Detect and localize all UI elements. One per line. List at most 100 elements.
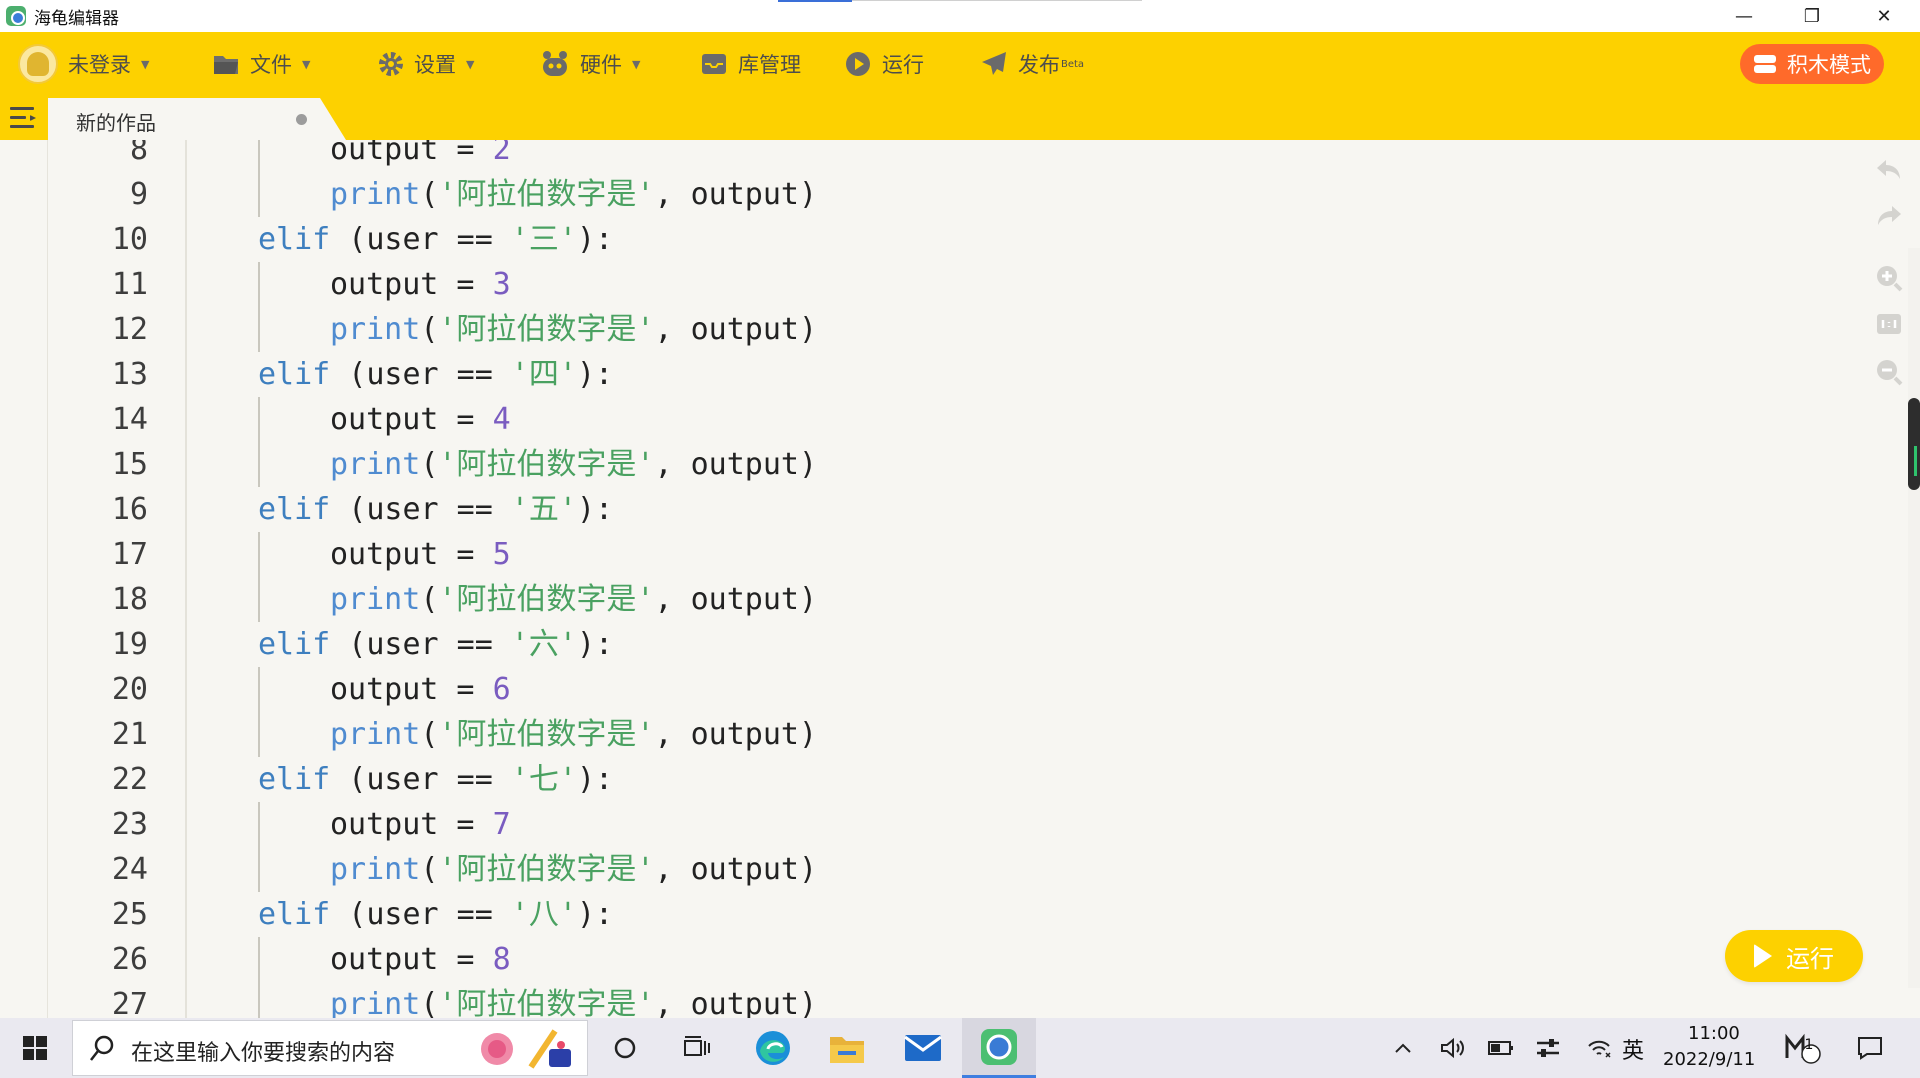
network-toggle-icon[interactable] [1530,1018,1566,1078]
blocks-mode-button[interactable]: 积木模式 [1740,44,1884,84]
tab-bar: 新的作品 [0,96,1920,140]
taskbar-search-input[interactable]: 在这里输入你要搜索的内容 [72,1020,588,1076]
line-number: 22 [111,762,148,797]
code-token-fn: print [330,447,421,482]
code-line[interactable]: 9 print('阿拉伯数字是', output) [0,172,1860,217]
code-token-plain: output = [330,140,493,167]
paper-plane-icon [980,50,1008,78]
ime-indicator[interactable]: 英 [1622,1033,1644,1065]
action-center-icon[interactable] [1848,1018,1892,1078]
code-token-str: '阿拉伯数字是' [438,852,655,887]
indent-guide [258,172,260,217]
cortana-icon[interactable] [594,1018,656,1078]
code-line[interactable]: 20 output = 6 [0,667,1860,712]
battery-icon[interactable] [1484,1018,1518,1078]
code-token-plain: output = [330,942,493,977]
turtle-editor-taskbar-icon[interactable] [962,1018,1036,1078]
wifi-icon[interactable] [1580,1018,1618,1078]
code-line[interactable]: 18 print('阿拉伯数字是', output) [0,577,1860,622]
login-menu[interactable]: 未登录 ▼ [18,44,149,84]
code-line[interactable]: 15 print('阿拉伯数字是', output) [0,442,1860,487]
volume-icon[interactable] [1436,1018,1470,1078]
app-logo-icon [6,6,26,26]
run-button[interactable]: 运行 [844,46,924,82]
login-label: 未登录 [68,53,131,77]
unsaved-dot-icon[interactable] [296,114,307,125]
code-token-str: '阿拉伯数字是' [438,312,655,347]
publish-button[interactable]: 发布 Beta [980,46,1084,82]
code-token-plain: ( [420,447,439,482]
indent-guide [258,262,260,307]
code-token-plain: ( [420,312,439,347]
zoom-out-icon[interactable] [1873,356,1905,388]
clock-time[interactable]: 11:00 [1688,1023,1740,1044]
code-line[interactable]: 26 output = 8 [0,937,1860,982]
zoom-in-icon[interactable] [1873,262,1905,294]
scrollbar-track[interactable] [1908,248,1920,988]
code-line[interactable]: 14 output = 4 [0,397,1860,442]
code-text: elif (user == '八'): [258,892,613,937]
code-token-str: '四' [510,357,577,392]
code-text: elif (user == '五'): [258,487,613,532]
file-menu[interactable]: 文件 ▼ [212,46,310,82]
code-text: output = 4 [330,397,511,442]
scrollbar-thumb[interactable] [1908,398,1920,490]
code-line[interactable]: 27 print('阿拉伯数字是', output) [0,982,1860,1018]
code-line[interactable]: 23 output = 7 [0,802,1860,847]
close-button[interactable]: ✕ [1848,0,1920,32]
edge-browser-icon[interactable] [740,1018,806,1078]
indent-guide [258,982,260,1018]
library-manager-button[interactable]: 库管理 [700,46,801,82]
code-token-plain: (user == [330,897,511,932]
restore-button[interactable]: ❐ [1778,0,1846,32]
menu-toggle-icon[interactable] [8,106,38,130]
indent-guide [258,532,260,577]
task-view-icon[interactable] [666,1018,728,1078]
clock-date[interactable]: 2022/9/11 [1663,1049,1755,1070]
line-number: 21 [111,717,148,752]
code-text: print('阿拉伯数字是', output) [330,577,817,622]
code-text: print('阿拉伯数字是', output) [330,442,817,487]
code-token-str: '阿拉伯数字是' [438,447,655,482]
code-token-plain: (user == [330,627,511,662]
restore-icon: ❐ [1803,5,1821,27]
tab-new-work[interactable]: 新的作品 [48,98,348,140]
code-line[interactable]: 22 elif (user == '七'): [0,757,1860,802]
notification-badge-icon[interactable]: 1 [1780,1018,1826,1078]
code-editor[interactable]: 8 output = 2 9 print('阿拉伯数字是', output) 10 eli… [0,140,1920,1018]
code-text: elif (user == '七'): [258,757,613,802]
code-line[interactable]: 12 print('阿拉伯数字是', output) [0,307,1860,352]
blocks-icon [1753,54,1777,74]
hardware-menu[interactable]: 硬件 ▼ [540,46,640,82]
undo-icon[interactable] [1873,154,1905,186]
code-line[interactable]: 10 elif (user == '三'): [0,217,1860,262]
beta-badge: Beta [1061,58,1085,70]
code-line[interactable]: 25 elif (user == '八'): [0,892,1860,937]
code-line[interactable]: 17 output = 5 [0,532,1860,577]
code-line[interactable]: 19 elif (user == '六'): [0,622,1860,667]
floating-run-label: 运行 [1786,944,1834,973]
code-token-plain: output = [330,537,493,572]
floating-run-button[interactable]: 运行 [1725,930,1863,982]
code-line[interactable]: 8 output = 2 [0,140,1860,172]
indent-guide [258,397,260,442]
zoom-reset-icon[interactable] [1873,308,1905,340]
code-line[interactable]: 24 print('阿拉伯数字是', output) [0,847,1860,892]
file-explorer-icon[interactable] [814,1018,880,1078]
minimize-button[interactable]: — [1710,0,1778,32]
redo-icon[interactable] [1873,200,1905,232]
code-token-plain: ): [577,492,614,527]
mail-icon[interactable] [888,1018,958,1078]
code-line[interactable]: 16 elif (user == '五'): [0,487,1860,532]
code-line[interactable]: 21 print('阿拉伯数字是', output) [0,712,1860,757]
settings-menu[interactable]: 设置 ▼ [378,46,474,82]
code-line[interactable]: 11 output = 3 [0,262,1860,307]
chevron-up-icon[interactable] [1390,1018,1416,1078]
code-token-fn: print [330,717,421,752]
indent-guide [258,847,260,892]
code-line[interactable]: 13 elif (user == '四'): [0,352,1860,397]
line-number: 18 [111,582,148,617]
code-token-num: 4 [492,402,511,437]
indent-guide [258,667,260,712]
windows-start-icon[interactable] [0,1018,70,1078]
